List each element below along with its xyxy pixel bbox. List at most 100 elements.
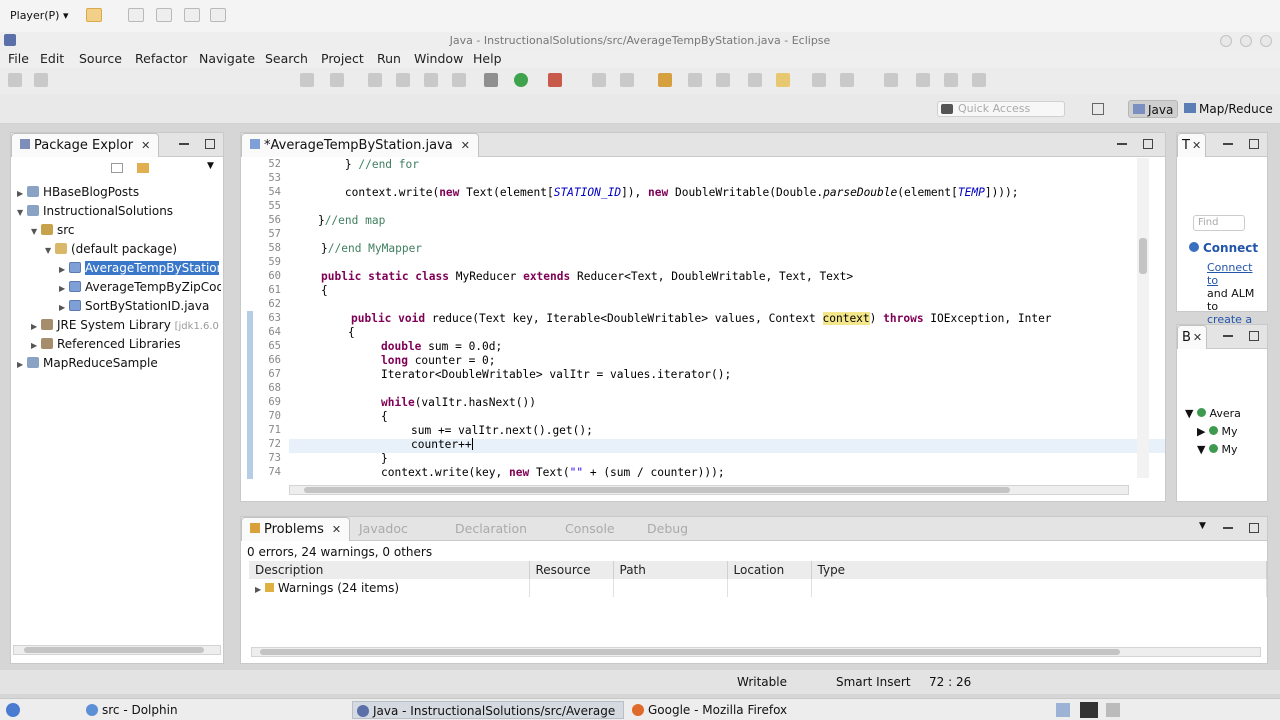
quick-access-input[interactable]: Quick Access: [937, 101, 1065, 117]
toolbar-icon-5[interactable]: [424, 73, 438, 87]
maximize-icon[interactable]: [1249, 139, 1259, 149]
start-menu-icon[interactable]: [6, 703, 20, 717]
minimize-icon[interactable]: [1117, 143, 1127, 145]
task-find-input[interactable]: Find: [1193, 215, 1245, 231]
tree-item-referenced-libraries[interactable]: ▶ Referenced Libraries: [31, 335, 181, 353]
toolbar-icon-17[interactable]: [944, 73, 958, 87]
col-resource[interactable]: Resource: [529, 561, 614, 579]
save-icon[interactable]: [34, 73, 48, 87]
table-row[interactable]: ▶ Warnings (24 items): [249, 579, 1267, 597]
open-perspective-icon[interactable]: [1092, 103, 1104, 115]
collapse-all-icon[interactable]: [111, 163, 123, 173]
task-firefox[interactable]: Google - Mozilla Firefox: [628, 701, 828, 719]
toolbar-icon-10[interactable]: [716, 73, 730, 87]
view-menu-icon[interactable]: ▼: [1199, 521, 1206, 531]
menu-search[interactable]: Search: [265, 51, 308, 66]
menu-edit[interactable]: Edit: [40, 51, 64, 66]
close-icon[interactable]: ✕: [1193, 331, 1202, 344]
close-icon[interactable]: ✕: [141, 139, 150, 152]
close-icon[interactable]: ✕: [332, 523, 341, 536]
close-window-icon[interactable]: [1260, 35, 1272, 47]
tree-item-src[interactable]: ▼ src: [31, 221, 75, 239]
col-path[interactable]: Path: [613, 561, 728, 579]
expand-icon[interactable]: ▶: [255, 585, 261, 594]
tab-javadoc[interactable]: Javadoc: [359, 521, 408, 536]
toolbar-icon-16[interactable]: [916, 73, 930, 87]
toolbar-icon-12[interactable]: [776, 73, 790, 87]
toolbar-icon-6[interactable]: [452, 73, 466, 87]
open-type-icon[interactable]: [658, 73, 672, 87]
editor-hscrollbar[interactable]: [289, 485, 1129, 495]
fullscreen-icon[interactable]: [184, 8, 200, 22]
toolbar-icon-8[interactable]: [620, 73, 634, 87]
pause-icon[interactable]: [86, 8, 102, 22]
perspective-mapreduce[interactable]: Map/Reduce: [1180, 100, 1277, 118]
toolbar-icon-2[interactable]: [330, 73, 344, 87]
minimize-icon[interactable]: [1223, 335, 1233, 337]
view-menu-icon[interactable]: ▼: [207, 161, 214, 171]
menu-run[interactable]: Run: [377, 51, 401, 66]
tab-package-explorer[interactable]: Package Explor ✕: [11, 133, 160, 157]
toolbar-icon-4[interactable]: [396, 73, 410, 87]
window-icon[interactable]: [156, 8, 172, 22]
perspective-java[interactable]: Java: [1128, 100, 1179, 118]
outline-item[interactable]: ▶ My: [1185, 423, 1241, 441]
tree-item-sortbystationid[interactable]: ▶ SortByStationID.java: [59, 297, 209, 315]
tree-item-averagetempbystation[interactable]: ▶AverageTempByStation.java: [59, 259, 219, 277]
terminal-tray-icon[interactable]: [1080, 702, 1098, 718]
tree-item-mapreducesample[interactable]: ▶ MapReduceSample: [17, 354, 158, 372]
outline-item[interactable]: ▼ My: [1185, 441, 1241, 459]
tray-icon-2[interactable]: [1106, 703, 1120, 717]
minimize-icon[interactable]: [179, 143, 189, 145]
close-icon[interactable]: ✕: [1192, 139, 1201, 152]
tab-debug[interactable]: Debug: [647, 521, 688, 536]
menu-source[interactable]: Source: [79, 51, 122, 66]
close-icon[interactable]: ✕: [461, 139, 470, 152]
menu-project[interactable]: Project: [321, 51, 364, 66]
toolbar-icon-9[interactable]: [688, 73, 702, 87]
tree-item-hbaseblogposts[interactable]: ▶ HBaseBlogPosts: [17, 183, 139, 201]
maximize-icon[interactable]: [205, 139, 215, 149]
editor-vscrollbar[interactable]: [1137, 158, 1149, 478]
problems-hscrollbar[interactable]: [251, 647, 1261, 657]
menu-help[interactable]: Help: [473, 51, 502, 66]
tree-item-jre-system-library[interactable]: ▶ JRE System Library [jdk1.6.0: [31, 316, 221, 334]
tab-console[interactable]: Console: [565, 521, 615, 536]
task-dolphin[interactable]: src - Dolphin: [82, 701, 342, 719]
toolbar-icon-7[interactable]: [592, 73, 606, 87]
connect-link[interactable]: Connect to: [1207, 261, 1252, 287]
col-description[interactable]: Description: [249, 561, 530, 579]
tree-item-instructionalsolutions[interactable]: ▼ InstructionalSolutions: [17, 202, 173, 220]
run-icon[interactable]: [514, 73, 528, 87]
maximize-icon[interactable]: [1249, 331, 1259, 341]
maximize-icon[interactable]: [1249, 523, 1259, 533]
toolbar-icon-18[interactable]: [972, 73, 986, 87]
toolbar-icon-1[interactable]: [300, 73, 314, 87]
menu-navigate[interactable]: Navigate: [199, 51, 255, 66]
external-tools-icon[interactable]: [548, 73, 562, 87]
new-icon[interactable]: [8, 73, 22, 87]
toolbar-icon-14[interactable]: [840, 73, 854, 87]
tree-item-default-package[interactable]: ▼ (default package): [45, 240, 177, 258]
menu-file[interactable]: File: [8, 51, 29, 66]
menu-refactor[interactable]: Refactor: [135, 51, 187, 66]
debug-icon[interactable]: [484, 73, 498, 87]
toolbar-icon-13[interactable]: [812, 73, 826, 87]
maximize-window-icon[interactable]: [1240, 35, 1252, 47]
minimize-icon[interactable]: [1223, 527, 1233, 529]
package-explorer-hscrollbar[interactable]: [13, 645, 221, 655]
tab-averagetempbystation[interactable]: *AverageTempByStation.java ✕: [241, 133, 479, 157]
task-eclipse[interactable]: Java - InstructionalSolutions/src/Averag…: [352, 701, 624, 719]
send-keys-icon[interactable]: [128, 8, 144, 22]
toolbar-icon-15[interactable]: [884, 73, 898, 87]
col-location[interactable]: Location: [727, 561, 812, 579]
outline-item[interactable]: ▼ Avera: [1185, 405, 1241, 423]
unity-icon[interactable]: [210, 8, 226, 22]
tray-icon[interactable]: [1056, 703, 1070, 717]
maximize-icon[interactable]: [1143, 139, 1153, 149]
menu-window[interactable]: Window: [414, 51, 463, 66]
toolbar-icon-3[interactable]: [368, 73, 382, 87]
tab-declaration[interactable]: Declaration: [455, 521, 527, 536]
minimize-window-icon[interactable]: [1220, 35, 1232, 47]
player-menu[interactable]: Player(P) ▾: [10, 9, 68, 22]
